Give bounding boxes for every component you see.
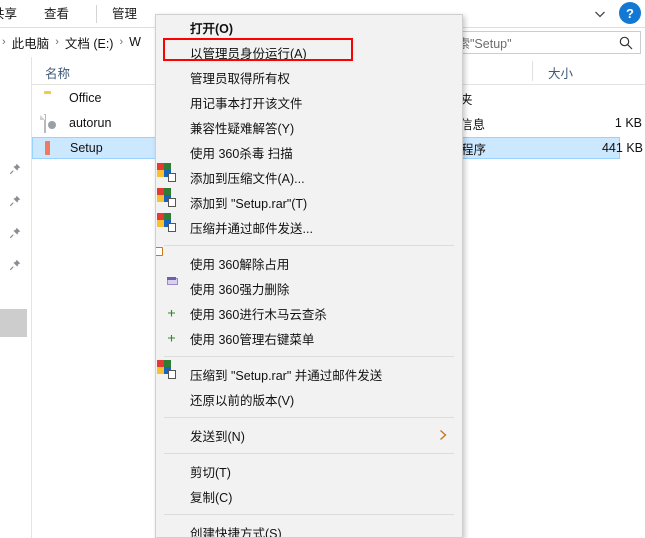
- menu-item-label: 管理员取得所有权: [190, 72, 291, 86]
- menu-item-label: 添加到压缩文件(A)...: [190, 172, 305, 186]
- winrar-icon: [157, 212, 180, 236]
- menu-item-open-with-notepad[interactable]: 用记事本打开该文件: [156, 90, 462, 115]
- menu-item-label: 压缩并通过邮件发送...: [190, 222, 313, 236]
- menu-item-send-to[interactable]: 发送到(N): [156, 423, 462, 448]
- winrar-icon: [157, 187, 180, 211]
- ribbon-tab-divider: [96, 5, 97, 23]
- menu-item-copy[interactable]: 复制(C): [156, 484, 462, 509]
- menu-item-compress-and-email[interactable]: 压缩并通过邮件发送...: [156, 212, 462, 240]
- file-name: Office: [69, 91, 102, 105]
- pin-icon: [8, 258, 22, 272]
- winrar-icon: [157, 162, 180, 186]
- breadcrumb-item-this-pc[interactable]: 此电脑: [12, 33, 50, 52]
- menu-item-label: 使用 360解除占用: [190, 258, 290, 272]
- pin-icon: [8, 194, 22, 208]
- winrar-icon: [157, 359, 180, 383]
- folder-icon: [44, 90, 60, 106]
- menu-item-label: 发送到(N): [190, 430, 245, 444]
- menu-item-label: 创建快捷方式(S): [190, 527, 282, 538]
- breadcrumb-separator: ›: [55, 36, 59, 48]
- menu-item-compatibility-troubleshoot[interactable]: 兼容性疑难解答(Y): [156, 115, 462, 140]
- menu-item-label: 使用 360强力删除: [190, 283, 290, 297]
- menu-item-label: 剪切(T): [190, 466, 231, 480]
- menu-item-open[interactable]: 打开(O): [156, 15, 462, 40]
- 360-icon: [164, 331, 180, 347]
- pin-icon: [8, 162, 22, 176]
- menu-item-360-force-delete[interactable]: 使用 360强力删除: [156, 276, 462, 301]
- menu-separator: [164, 453, 454, 454]
- file-size: 1 KB: [614, 116, 642, 130]
- column-divider[interactable]: [532, 61, 533, 81]
- menu-item-label: 压缩到 "Setup.rar" 并通过邮件发送: [190, 369, 383, 383]
- shield-green-icon: [164, 145, 180, 161]
- screenshot-root: 共享 查看 管理 ? › 此电脑 › 文档 (E:) › W: [0, 0, 645, 538]
- tab-manage[interactable]: 管理: [112, 3, 137, 25]
- menu-item-create-shortcut[interactable]: 创建快捷方式(S): [156, 520, 462, 538]
- tab-share[interactable]: 共享: [0, 3, 17, 25]
- menu-item-label: 兼容性疑难解答(Y): [190, 122, 295, 136]
- chevron-down-icon[interactable]: [591, 5, 609, 23]
- breadcrumb: › 此电脑 › 文档 (E:) › W: [0, 28, 141, 56]
- menu-item-label: 复制(C): [190, 491, 233, 505]
- office-icon: [45, 140, 61, 156]
- menu-item-take-ownership[interactable]: 管理员取得所有权: [156, 65, 462, 90]
- menu-item-label: 使用 360杀毒 扫描: [190, 147, 293, 161]
- folder-orange-icon: [164, 256, 180, 272]
- menu-item-360-manage-context-menu[interactable]: 使用 360管理右键菜单: [156, 326, 462, 351]
- chevron-right-icon: [436, 428, 450, 442]
- column-header-name[interactable]: 名称: [45, 63, 70, 82]
- file-icon: [44, 114, 60, 133]
- help-button[interactable]: ?: [619, 2, 641, 24]
- menu-item-add-to-setup-rar[interactable]: 添加到 "Setup.rar"(T): [156, 187, 462, 215]
- menu-item-run-as-administrator[interactable]: 以管理员身份运行(A): [156, 40, 462, 65]
- menu-separator: [164, 514, 454, 515]
- menu-item-restore-previous-versions[interactable]: 还原以前的版本(V): [156, 387, 462, 412]
- breadcrumb-separator: ›: [2, 36, 6, 48]
- file-name: Setup: [70, 141, 103, 155]
- menu-separator: [164, 356, 454, 357]
- navigation-pane-scrollbar[interactable]: [0, 309, 27, 337]
- context-menu[interactable]: 打开(O) 以管理员身份运行(A) 管理员取得所有权 用记事本打开该文件 兼容性…: [155, 14, 463, 538]
- menu-item-label: 打开(O): [190, 22, 234, 36]
- search-input[interactable]: 搜索"Setup": [438, 31, 641, 54]
- search-icon[interactable]: [618, 35, 634, 51]
- shield-uac-icon: [164, 45, 180, 61]
- menu-item-label: 以管理员身份运行(A): [190, 47, 307, 61]
- navigation-pane[interactable]: [0, 57, 31, 538]
- menu-item-label: 还原以前的版本(V): [190, 394, 295, 408]
- file-size: 441 KB: [601, 141, 643, 155]
- shredder-icon: [164, 281, 180, 297]
- menu-item-label: 用记事本打开该文件: [190, 97, 303, 111]
- breadcrumb-item-truncated[interactable]: W: [129, 35, 141, 49]
- breadcrumb-separator: ›: [119, 36, 124, 48]
- menu-item-360-scan[interactable]: 使用 360杀毒 扫描: [156, 140, 462, 165]
- file-name: autorun: [69, 116, 112, 130]
- breadcrumb-item-documents[interactable]: 文档 (E:): [65, 33, 114, 52]
- menu-item-360-trojan-cloud-scan[interactable]: 使用 360进行木马云查杀: [156, 301, 462, 326]
- column-header-size[interactable]: 大小: [548, 63, 573, 82]
- tab-view[interactable]: 查看: [44, 3, 69, 25]
- menu-item-360-release-occupancy[interactable]: 使用 360解除占用: [156, 251, 462, 276]
- pin-icon: [8, 226, 22, 240]
- menu-separator: [164, 417, 454, 418]
- menu-item-label: 添加到 "Setup.rar"(T): [190, 197, 308, 211]
- menu-item-add-to-archive[interactable]: 添加到压缩文件(A)...: [156, 162, 462, 190]
- menu-item-label: 使用 360管理右键菜单: [190, 333, 315, 347]
- menu-item-cut[interactable]: 剪切(T): [156, 459, 462, 484]
- menu-item-label: 使用 360进行木马云查杀: [190, 308, 327, 322]
- 360-icon: [164, 306, 180, 322]
- menu-separator: [164, 245, 454, 246]
- menu-item-compress-to-setup-rar-and-email[interactable]: 压缩到 "Setup.rar" 并通过邮件发送: [156, 359, 462, 387]
